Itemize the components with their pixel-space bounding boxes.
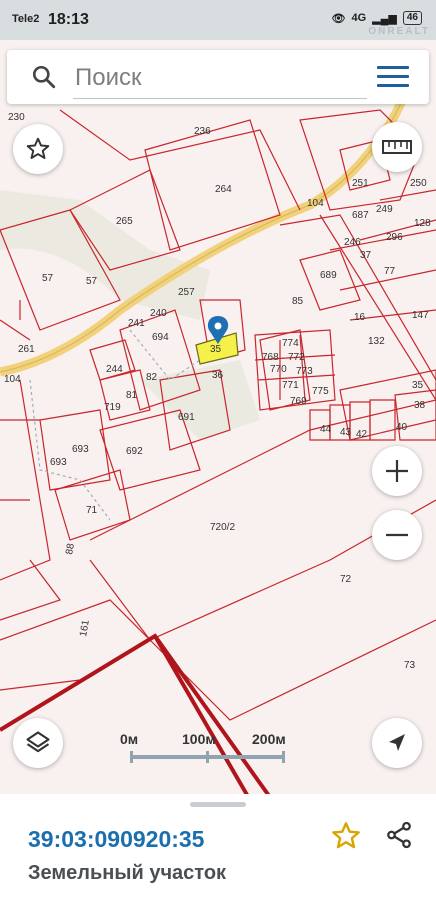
parcel-label: 132	[368, 336, 385, 347]
carrier-label: Tele2	[12, 13, 40, 25]
parcel-label: 257	[178, 287, 195, 298]
parcel-label: 37	[360, 250, 372, 261]
parcel-label: 57	[42, 273, 54, 284]
parcel-label: 241	[128, 318, 145, 329]
layers-icon	[26, 731, 50, 753]
parcel-label: 104	[4, 374, 21, 385]
parcel-label: 72	[340, 574, 352, 585]
sheet-drag-handle[interactable]	[190, 802, 246, 807]
minus-icon	[386, 533, 408, 537]
parcel-label: 691	[178, 412, 195, 423]
share-icon[interactable]	[384, 820, 414, 850]
search-bar[interactable]	[7, 50, 429, 104]
parcel-label: 236	[194, 126, 211, 137]
parcel-label: 71	[86, 505, 98, 516]
parcel-label: 773	[296, 366, 313, 377]
parcel-label: 769	[290, 396, 307, 407]
scale-label-200: 200м	[252, 731, 286, 747]
parcel-label: 128	[414, 218, 431, 229]
parcel-label: 44	[320, 424, 332, 435]
scale-label-0: 0м	[120, 731, 139, 747]
scale-tick	[130, 751, 133, 763]
network-label: 4G	[351, 12, 367, 24]
status-bar: Tele2 18:13 👁 4G ▂▄▆ 46 ONREALT	[0, 0, 436, 40]
parcel-label: 104	[307, 198, 324, 209]
ruler-icon	[382, 140, 412, 154]
cadastral-number: 39:03:090920:35	[28, 826, 205, 852]
parcel-label: 77	[384, 266, 396, 277]
parcel-label: 296	[386, 232, 403, 243]
parcel-label: 692	[126, 446, 143, 457]
scale-tick	[282, 751, 285, 763]
zoom-in-button[interactable]	[372, 446, 422, 496]
parcel-label: 693	[72, 444, 89, 455]
parcel-label: 43	[340, 427, 352, 438]
parcel-info-sheet[interactable]: 39:03:090920:35 Земельный участок	[0, 794, 436, 910]
parcel-label: 772	[288, 352, 305, 363]
search-icon[interactable]	[31, 64, 57, 90]
parcel-label: 147	[412, 310, 429, 321]
parcel-label: 81	[126, 390, 138, 401]
parcel-label: 250	[410, 178, 427, 189]
parcel-label: 265	[116, 216, 133, 227]
favorite-star-icon[interactable]	[330, 820, 362, 852]
menu-icon[interactable]	[377, 66, 409, 88]
selected-parcel-label: 35	[210, 344, 222, 355]
map-canvas[interactable]: 35 230 236 264 265 57 57 261 104 104 257 240 241 694…	[0, 0, 436, 800]
parcel-label: 264	[215, 184, 232, 195]
parcel-label: 768	[262, 352, 279, 363]
parcel-label: 42	[356, 429, 368, 440]
parcel-label: 719	[104, 402, 121, 413]
parcel-label: 57	[86, 276, 98, 287]
ruler-button[interactable]	[372, 122, 422, 172]
eye-icon: 👁	[331, 12, 346, 25]
layers-button[interactable]	[13, 718, 63, 768]
parcel-label: 775	[312, 386, 329, 397]
parcel-label: 720/2	[210, 522, 235, 533]
status-icons: 👁 4G ▂▄▆ 46	[331, 11, 422, 25]
signal-icon: ▂▄▆	[372, 12, 397, 25]
scale-tick	[206, 751, 209, 763]
parcel-label: 82	[146, 372, 158, 383]
star-outline-icon	[26, 137, 50, 159]
parcel-label: 40	[396, 422, 408, 433]
scale-label-100: 100м	[182, 731, 216, 747]
battery-icon: 46	[402, 11, 422, 25]
zoom-out-button[interactable]	[372, 510, 422, 560]
status-time: 18:13	[48, 11, 89, 28]
parcel-label: 230	[8, 112, 25, 123]
parcel-label: 774	[282, 338, 299, 349]
parcel-label: 16	[354, 312, 366, 323]
favorites-button[interactable]	[13, 124, 63, 174]
parcel-label: 38	[414, 400, 426, 411]
parcel-type: Земельный участок	[28, 862, 227, 884]
parcel-label: 770	[270, 364, 287, 375]
parcel-label: 251	[352, 178, 369, 189]
parcel-label: 35	[412, 380, 424, 391]
search-input[interactable]	[73, 58, 367, 99]
parcel-label: 694	[152, 332, 169, 343]
parcel-label: 771	[282, 380, 299, 391]
parcel-label: 249	[376, 204, 393, 215]
cadastral-map[interactable]: 35 230 236 264 265 57 57 261 104 104 257 240 241 694…	[0, 0, 436, 800]
parcel-label: 240	[150, 308, 167, 319]
parcel-label: 687	[352, 210, 369, 221]
parcel-label: 689	[320, 270, 337, 281]
parcel-label: 246	[344, 237, 361, 248]
watermark: ONREALT	[368, 26, 430, 37]
parcel-label: 73	[404, 660, 416, 671]
parcel-label: 693	[50, 457, 67, 468]
map-scale: 0м 100м 200м	[120, 731, 310, 767]
parcel-label: 36	[212, 370, 224, 381]
plus-icon	[386, 460, 408, 482]
parcel-label: 85	[292, 296, 304, 307]
parcel-label: 244	[106, 364, 123, 375]
my-location-button[interactable]	[372, 718, 422, 768]
parcel-label: 261	[18, 344, 35, 355]
navigation-arrow-icon	[389, 734, 405, 751]
